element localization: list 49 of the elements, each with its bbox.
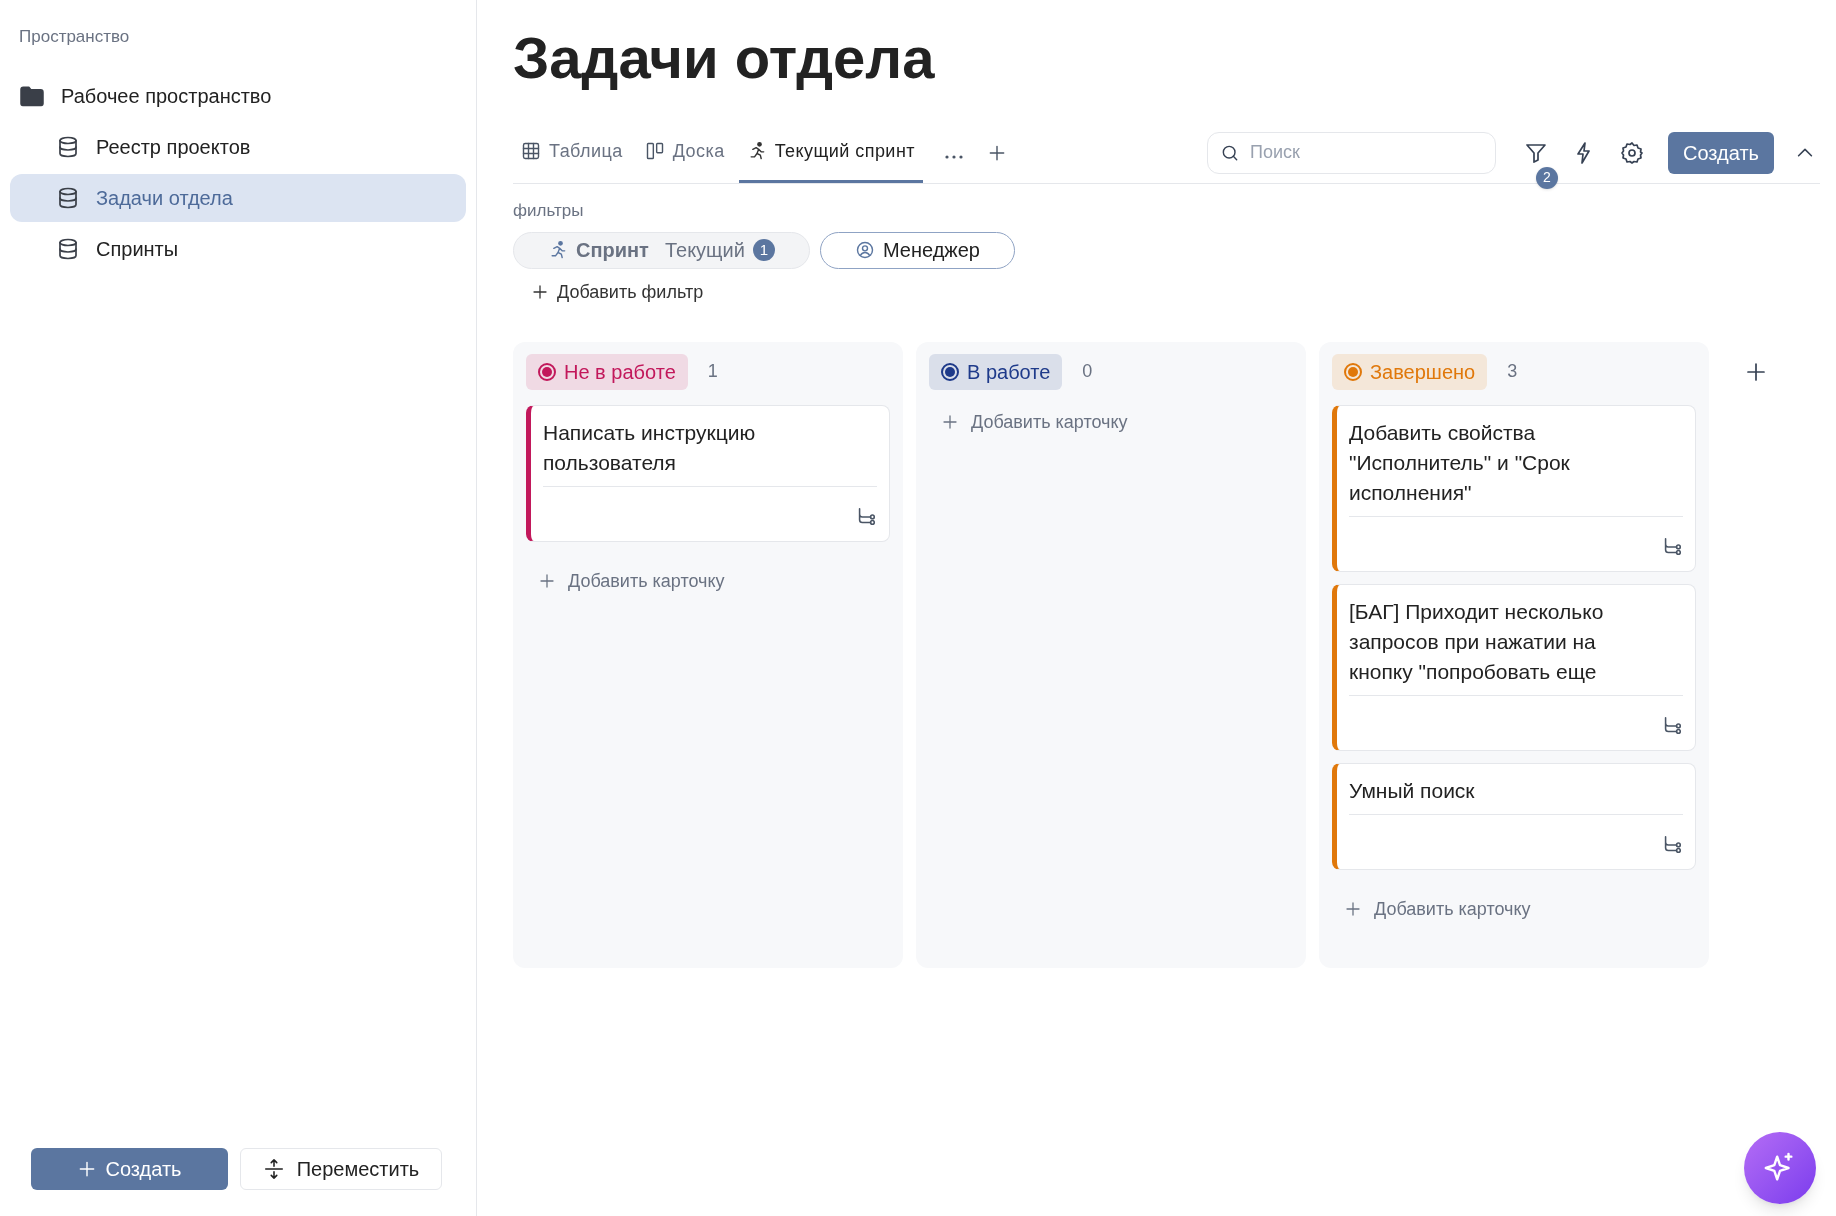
add-filter-button[interactable]: Добавить фильтр	[531, 278, 704, 306]
plus-icon	[941, 413, 959, 431]
page-title: Задачи отдела	[513, 24, 936, 92]
section-label: Пространство	[18, 26, 131, 48]
view-tab[interactable]: Текущий спринт	[738, 122, 923, 183]
card-title: Добавить свойства "Исполнитель" и "Срок исполнения"	[1349, 417, 1683, 517]
plus-icon	[538, 572, 556, 590]
search-field[interactable]: Поиск	[1207, 131, 1496, 174]
task-card[interactable]: [БАГ] Приходит несколько запросов при нажатии на кнопку "попробовать еще	[1332, 583, 1696, 751]
card-title: [БАГ] Приходит несколько запросов при нажатии на кнопку "попробовать еще	[1349, 596, 1683, 696]
plus-icon	[531, 283, 549, 301]
sidebar-item[interactable]: Задачи отдела	[10, 173, 466, 222]
status-tag: В работе	[929, 353, 1063, 390]
plus-icon	[1344, 900, 1362, 918]
view-tab[interactable]: Таблица	[513, 122, 631, 183]
create-button[interactable]: Создать	[1668, 131, 1774, 174]
task-card[interactable]: Написать инструкцию пользователя	[526, 404, 890, 542]
task-card[interactable]: Добавить свойства "Исполнитель" и "Срок исполнения"	[1332, 404, 1696, 572]
more-icon	[944, 154, 963, 159]
status-tag: Не в работе	[526, 353, 688, 390]
add-card-button[interactable]: Добавить карточку	[1344, 895, 1696, 923]
grid-icon	[521, 141, 541, 161]
view-tab[interactable]: Доска	[636, 122, 733, 183]
add-card-button[interactable]: Добавить карточку	[941, 408, 1293, 436]
database-icon	[56, 134, 80, 159]
card-title: Умный поиск	[1349, 775, 1683, 815]
up-down-arrows-icon	[262, 1158, 285, 1180]
sidebar-item[interactable]: Спринты	[10, 224, 466, 273]
card-count: 3	[1507, 360, 1518, 383]
status-tag: Завершено	[1332, 353, 1488, 390]
settings-icon	[1620, 140, 1644, 165]
columns-icon	[644, 141, 665, 161]
move-button[interactable]: Переместить	[240, 1148, 442, 1190]
user-circle-icon	[854, 240, 875, 260]
filters-label: фильтры	[513, 200, 585, 222]
card-title: Написать инструкцию пользователя	[543, 417, 877, 487]
ai-assistant-button[interactable]	[1744, 1132, 1816, 1204]
card-count: 1	[707, 360, 718, 383]
count-badge: 2	[1536, 166, 1558, 189]
settings-button[interactable]	[1620, 140, 1644, 165]
create-button[interactable]: Создать	[31, 1148, 228, 1190]
sidebar-item[interactable]: Реестр проектов	[10, 122, 466, 171]
database-icon	[56, 185, 80, 210]
card-count: 0	[1082, 360, 1093, 383]
task-card[interactable]: Умный поиск	[1332, 762, 1696, 870]
database-icon	[56, 236, 80, 261]
sidebar-item[interactable]: Рабочее пространство	[10, 71, 466, 120]
add-card-button[interactable]: Добавить карточку	[538, 567, 890, 595]
filter-chip[interactable]: Спринт Текущий 1	[513, 231, 810, 269]
